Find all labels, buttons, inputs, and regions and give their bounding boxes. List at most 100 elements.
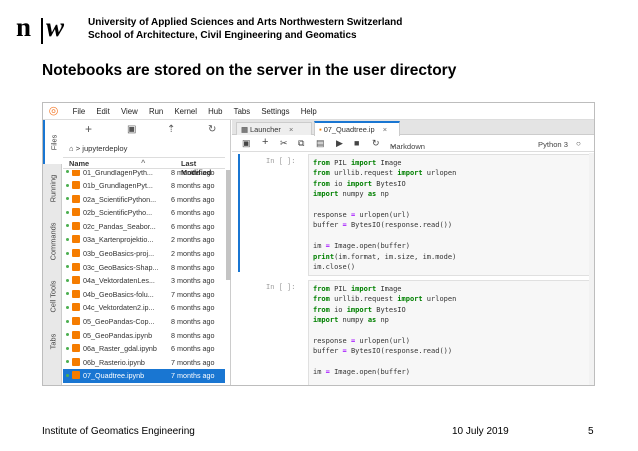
file-name: 02c_Pandas_Seabor... <box>83 221 156 231</box>
file-row[interactable]: 03a_Kartenprojektio... 2 months ago <box>63 233 225 247</box>
file-list: 01_GrundlagenPyth... 8 months ago 01b_Grun… <box>63 170 225 385</box>
file-row[interactable]: 04a_VektordatenLes... 3 months ago <box>63 274 225 288</box>
file-row[interactable]: 02c_Pandas_Seabor... 6 months ago <box>63 219 225 233</box>
logo-letter-n: n <box>16 12 31 42</box>
menu-bar: ◎ File Edit View Run Kernel Hub Tabs Settings He… <box>43 103 594 120</box>
restart-icon[interactable]: ↻ <box>372 138 380 149</box>
file-modified: 8 months ago <box>171 170 215 177</box>
running-indicator-icon <box>66 305 69 309</box>
running-indicator-icon <box>66 319 69 323</box>
file-row[interactable]: 03c_GeoBasics-Shap... 8 months ago <box>63 260 225 274</box>
running-indicator-icon <box>66 210 69 214</box>
menu-item-edit[interactable]: Edit <box>91 103 116 120</box>
file-name: 04b_GeoBasics-folu... <box>83 289 154 299</box>
menu-item-settings[interactable]: Settings <box>256 103 295 120</box>
running-indicator-icon <box>66 292 69 296</box>
file-modified: 2 months ago <box>171 249 215 259</box>
tab-notebook[interactable]: ▪ 07_Quadtree.ip × <box>314 121 400 136</box>
file-modified: 7 months ago <box>171 357 215 367</box>
file-row[interactable]: 06a_Raster_gdal.ipynb 6 months ago <box>63 342 225 356</box>
notebook-file-icon <box>72 249 80 258</box>
running-indicator-icon <box>66 197 69 201</box>
cell-code[interactable]: from PIL import Image from urllib.reques… <box>308 154 590 277</box>
notebook-file-icon <box>72 262 80 271</box>
logo-divider <box>41 18 43 44</box>
file-row[interactable]: 06b_Rasterio.ipynb 7 months ago <box>63 355 225 369</box>
document-tab-bar: ▦ Launcher × ▪ 07_Quadtree.ip × <box>232 120 594 136</box>
notebook-file-icon <box>72 317 80 326</box>
menu-item-hub[interactable]: Hub <box>203 103 229 120</box>
new-launcher-icon[interactable]: + <box>85 122 92 136</box>
paste-icon[interactable]: ▤ <box>316 138 325 149</box>
file-row[interactable]: 02b_ScientificPytho... 6 months ago <box>63 206 225 220</box>
running-indicator-icon <box>66 224 69 228</box>
file-name: 01b_GrundlagenPyt... <box>83 181 153 191</box>
file-row[interactable]: 03b_GeoBasics-proj... 2 months ago <box>63 247 225 261</box>
close-icon[interactable]: × <box>289 125 293 134</box>
running-indicator-icon <box>66 265 69 269</box>
sort-caret-icon[interactable]: ^ <box>141 158 145 167</box>
insert-cell-icon[interactable]: + <box>262 136 268 148</box>
notebook-file-icon <box>72 289 80 298</box>
cell-type-select[interactable]: Markdown ⌄ <box>390 140 425 151</box>
menu-item-tabs[interactable]: Tabs <box>228 103 256 120</box>
code-cell[interactable]: In [ ]: from PIL import Image from urlli… <box>238 154 594 277</box>
file-name: 06b_Rasterio.ipynb <box>83 357 145 367</box>
left-sidebar-tabs: Files Running Commands Cell Tools Tabs <box>43 120 62 385</box>
cut-icon[interactable]: ✂ <box>280 138 288 149</box>
sidebar-tab-tabs[interactable]: Tabs <box>43 322 62 360</box>
menu-item-kernel[interactable]: Kernel <box>169 103 203 120</box>
notebook-file-icon <box>72 371 80 380</box>
run-icon[interactable]: ▶ <box>336 138 343 149</box>
cell-code[interactable]: from PIL import Image from urllib.reques… <box>308 280 590 385</box>
menu-item-view[interactable]: View <box>115 103 143 120</box>
school-name: School of Architecture, Civil Engineerin… <box>88 29 357 41</box>
file-modified: 6 months ago <box>171 344 215 354</box>
stop-icon[interactable]: ■ <box>354 138 359 148</box>
refresh-icon[interactable]: ↻ <box>208 124 216 135</box>
file-name: 01_GrundlagenPyth... <box>83 170 153 177</box>
breadcrumb-path[interactable]: > jupyterdeploy <box>76 144 128 153</box>
kernel-name[interactable]: Python 3 <box>538 140 568 149</box>
file-row[interactable]: 04c_Vektordaten2.ip... 6 months ago <box>63 301 225 315</box>
notebook-icon: ▪ <box>319 125 322 134</box>
sidebar-tab-cell-tools[interactable]: Cell Tools <box>43 272 62 320</box>
breadcrumb: ⌂ > jupyterdeploy <box>69 144 127 153</box>
menu-item-run[interactable]: Run <box>143 103 169 120</box>
file-row[interactable]: 02a_ScientificPython... 6 months ago <box>63 192 225 206</box>
code-cell[interactable]: In [ ]: from PIL import Image from urlli… <box>238 280 594 385</box>
slide: n w University of Applied Sciences and A… <box>0 0 638 451</box>
file-modified: 7 months ago <box>171 371 215 381</box>
new-folder-icon[interactable]: ▣ <box>127 124 136 135</box>
sidebar-tab-files[interactable]: Files <box>43 120 62 164</box>
running-indicator-icon <box>66 183 69 187</box>
file-name: 04c_Vektordaten2.ip... <box>83 303 155 313</box>
save-icon[interactable]: ▣ <box>242 138 251 149</box>
close-icon[interactable]: × <box>383 125 387 134</box>
sidebar-tab-commands[interactable]: Commands <box>43 212 62 270</box>
menu-item-help[interactable]: Help <box>295 103 322 120</box>
file-name: 06a_Raster_gdal.ipynb <box>83 344 157 354</box>
upload-icon[interactable]: ⇡ <box>167 124 175 135</box>
file-list-scrollbar[interactable] <box>226 170 231 280</box>
copy-icon[interactable]: ⧉ <box>298 138 304 149</box>
running-indicator-icon <box>66 333 69 337</box>
sidebar-tab-running[interactable]: Running <box>43 166 62 210</box>
home-icon[interactable]: ⌂ <box>69 144 74 153</box>
file-row[interactable]: 05_GeoPandas.ipynb 8 months ago <box>63 328 225 342</box>
footer-date: 10 July 2019 <box>452 426 509 437</box>
notebook-scrollbar[interactable] <box>589 153 594 385</box>
column-name[interactable]: Name <box>69 159 89 168</box>
notebook-area: ▦ Launcher × ▪ 07_Quadtree.ip × ▣ + ✂ ⧉ … <box>232 120 594 385</box>
file-row[interactable]: 05_GeoPandas-Cop... 8 months ago <box>63 315 225 329</box>
tab-launcher[interactable]: ▦ Launcher × <box>236 122 312 135</box>
file-row[interactable]: 01b_GrundlagenPyt... 8 months ago <box>63 179 225 193</box>
file-modified: 6 months ago <box>171 221 215 231</box>
file-list-header: Name ^ Last Modified <box>63 157 225 177</box>
file-row[interactable]: 04b_GeoBasics-folu... 7 months ago <box>63 287 225 301</box>
file-modified: 8 months ago <box>171 262 215 272</box>
notebook-file-icon <box>72 208 80 217</box>
file-row[interactable]: 07_Quadtree.ipynb 7 months ago <box>63 368 225 383</box>
file-row[interactable]: 01_GrundlagenPyth... 8 months ago <box>63 170 225 179</box>
menu-item-file[interactable]: File <box>67 103 91 120</box>
